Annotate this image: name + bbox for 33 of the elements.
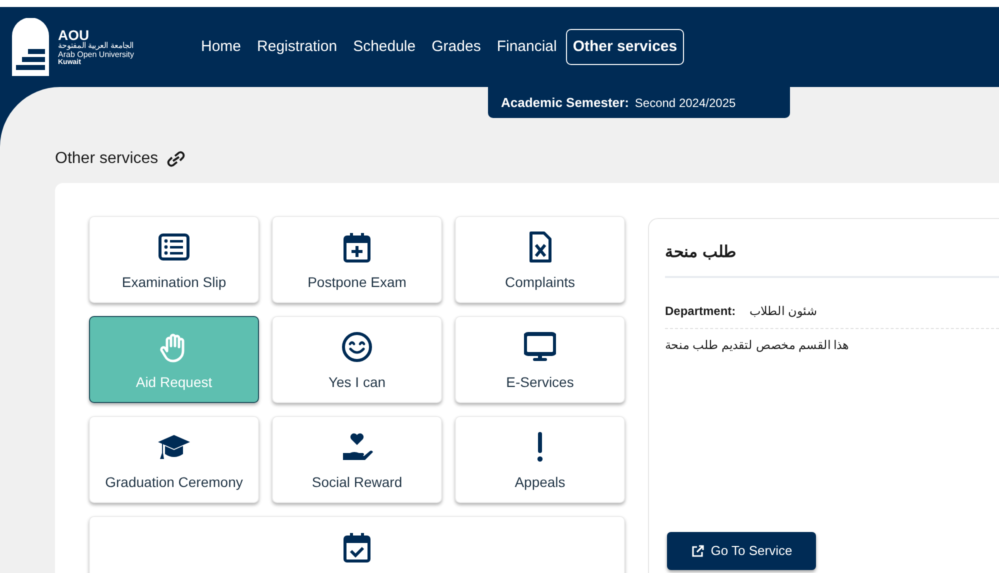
logo-abbreviation: AOU — [58, 28, 90, 42]
nav-link[interactable]: Home — [194, 28, 248, 66]
service-tile[interactable]: Examination Slip — [89, 216, 259, 303]
service-tile[interactable]: Complaints — [455, 216, 625, 303]
semester-value: Second 2024/2025 — [634, 94, 736, 112]
page-title: Other services — [55, 149, 158, 169]
service-tile[interactable]: Appeals — [455, 416, 625, 503]
department-label: Department: — [665, 303, 736, 320]
link-icon[interactable] — [166, 151, 186, 167]
detail-title: طلب منحة — [665, 243, 736, 263]
monitor-icon — [524, 330, 556, 364]
exclamation-icon — [537, 430, 543, 464]
nav-link[interactable]: Grades — [424, 28, 488, 66]
nav-link[interactable]: Other services — [566, 28, 684, 66]
nav-link[interactable]: Financial — [490, 28, 564, 66]
nav-link[interactable]: Schedule — [346, 28, 423, 66]
calendar-check-icon — [341, 530, 373, 564]
go-to-service-button[interactable]: Go To Service — [667, 532, 816, 570]
detail-description: هذا القسم مخصص لتقديم طلب منحة — [665, 337, 849, 354]
department-value: شئون الطلاب — [750, 303, 818, 320]
service-tile[interactable]: Graduation Ceremony — [89, 416, 259, 503]
calendar-plus-icon — [341, 230, 373, 264]
service-tile[interactable]: E-Services — [455, 316, 625, 403]
nav-link[interactable]: Registration — [250, 28, 344, 66]
smiley-icon — [341, 330, 373, 364]
service-tile[interactable]: Postpone Exam — [272, 216, 442, 303]
logo-name: Arab Open University — [58, 50, 134, 59]
semester-label: Academic Semester: — [501, 94, 629, 112]
logo-icon — [12, 18, 49, 76]
service-tile[interactable]: Social Reward — [272, 416, 442, 503]
service-tile[interactable]: Yes I can — [272, 316, 442, 403]
logo-arabic-name: الجامعة العربية المفتوحة — [58, 42, 134, 51]
external-link-icon — [690, 544, 704, 558]
